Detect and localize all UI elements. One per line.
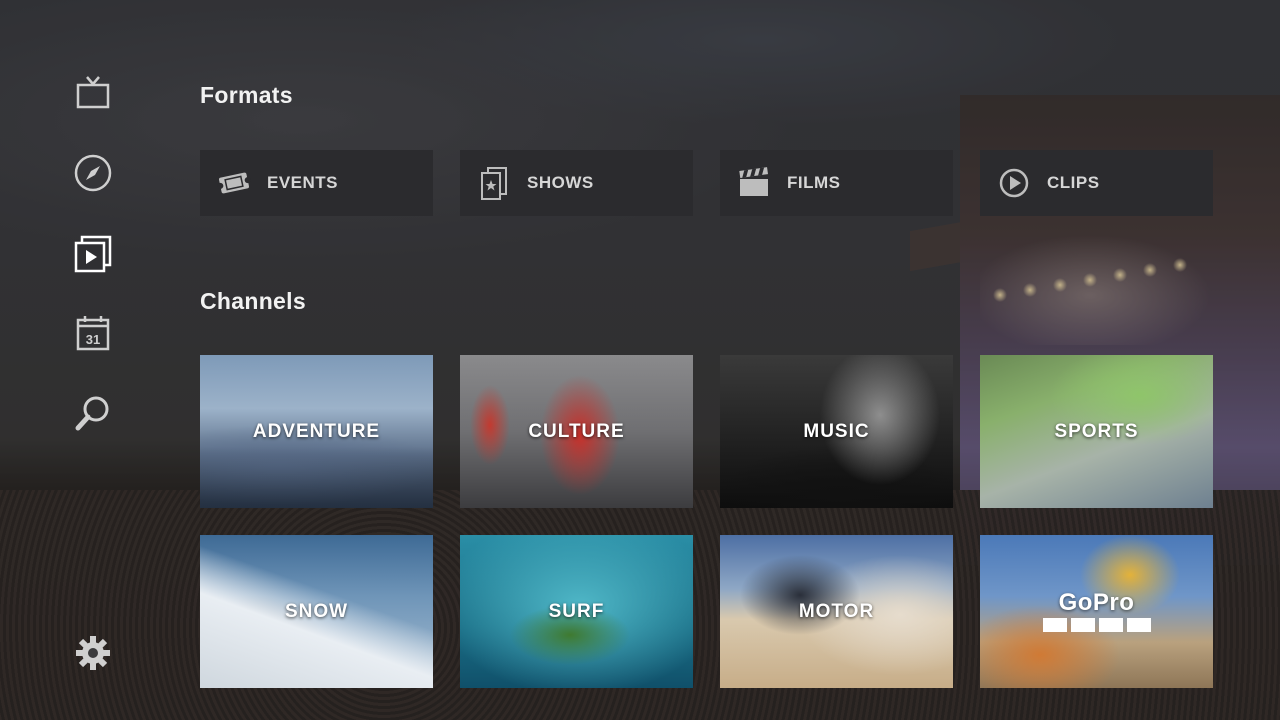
formats-title: Formats	[200, 82, 293, 108]
channel-label: CULTURE	[528, 420, 625, 442]
play-circle-icon	[999, 168, 1029, 198]
nav-search[interactable]	[72, 392, 114, 434]
video-library-icon	[74, 235, 112, 273]
channel-label: SNOW	[284, 600, 349, 622]
clapperboard-icon	[739, 167, 769, 196]
channel-gopro-tile[interactable]: GoPro	[980, 535, 1213, 688]
channel-label: MUSIC	[803, 420, 870, 442]
nav-tv[interactable]	[72, 72, 114, 114]
calendar-day: 31	[86, 332, 100, 347]
format-events-button[interactable]: EVENTS	[200, 150, 433, 216]
channel-culture-tile[interactable]: CULTURE	[460, 355, 693, 508]
format-label: FILMS	[787, 173, 841, 192]
format-label: CLIPS	[1047, 173, 1100, 192]
sidebar: 31	[0, 0, 186, 720]
format-label: SHOWS	[527, 173, 594, 192]
channel-label: SURF	[548, 600, 605, 622]
nav-discover[interactable]	[72, 152, 114, 194]
channel-music-tile[interactable]: MUSIC	[720, 355, 953, 508]
format-label: EVENTS	[267, 173, 339, 192]
channel-sports-tile[interactable]: SPORTS	[980, 355, 1213, 508]
channels-title: Channels	[200, 288, 306, 314]
gopro-logo-text: GoPro	[1058, 589, 1135, 616]
format-films-button[interactable]: FILMS	[720, 150, 953, 216]
channel-label: SPORTS	[1054, 420, 1139, 442]
gopro-logo-boxes	[1042, 618, 1151, 632]
shows-icon	[481, 167, 507, 200]
calendar-icon: 31	[76, 316, 110, 351]
nav-formats[interactable]	[72, 232, 114, 274]
channel-surf-tile[interactable]: SURF	[460, 535, 693, 688]
gopro-logo: GoPro	[1042, 589, 1151, 632]
search-icon	[75, 396, 109, 431]
channel-motor-tile[interactable]: MOTOR	[720, 535, 953, 688]
channel-label: MOTOR	[798, 600, 875, 622]
format-shows-button[interactable]: SHOWS	[460, 150, 693, 216]
gear-icon	[76, 636, 110, 670]
channel-adventure-tile[interactable]: ADVENTURE	[200, 355, 433, 508]
tv-icon	[76, 76, 110, 109]
compass-icon	[74, 154, 112, 192]
ticket-icon	[217, 172, 251, 194]
nav-calendar[interactable]: 31	[72, 312, 114, 354]
channel-snow-tile[interactable]: SNOW	[200, 535, 433, 688]
nav-settings[interactable]	[72, 632, 114, 674]
channel-label: ADVENTURE	[252, 420, 381, 442]
format-clips-button[interactable]: CLIPS	[980, 150, 1213, 216]
